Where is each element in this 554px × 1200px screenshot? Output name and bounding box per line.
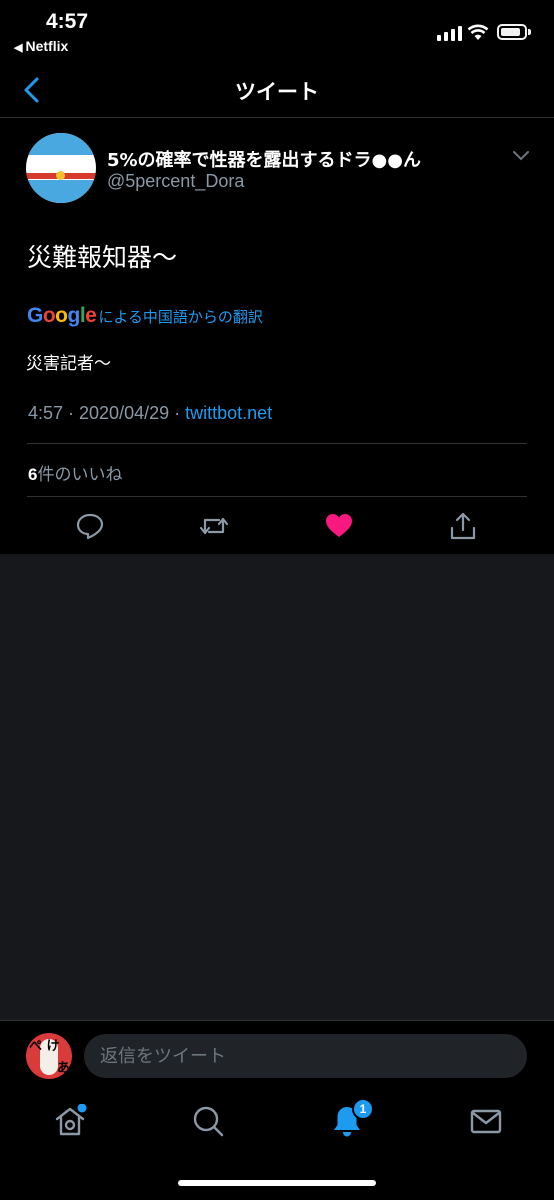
home-indicator[interactable] xyxy=(178,1180,376,1186)
home-icon[interactable] xyxy=(53,1104,87,1138)
author-avatar[interactable] xyxy=(26,133,96,203)
author-display-name[interactable]: 5%の確率で性器を露出するドラ●●ん xyxy=(107,146,421,172)
likes-count-link[interactable]: 6件のいいね xyxy=(28,460,122,485)
bottom-tab-bar: 1 xyxy=(0,1090,554,1200)
divider xyxy=(27,443,527,444)
wifi-icon xyxy=(467,24,489,40)
status-time: 4:57 xyxy=(46,10,89,33)
status-bar: 4:57 ◀ Netflix xyxy=(0,0,554,64)
tweet-meta: 4:57 · 2020/04/29 · twittbot.net xyxy=(28,403,272,424)
share-icon[interactable] xyxy=(448,511,478,541)
avatar-text-top: ぺ け xyxy=(29,1039,60,1054)
messages-icon[interactable] xyxy=(469,1104,503,1138)
tweet-source-link[interactable]: twittbot.net xyxy=(185,403,272,423)
tweet-text: 災難報知器〜 xyxy=(27,243,178,272)
page-title: ツイート xyxy=(235,80,319,104)
avatar-text-bottom: あ と xyxy=(57,1061,71,1076)
notification-badge: 1 xyxy=(352,1098,374,1120)
divider xyxy=(27,496,527,497)
like-label: 件のいいね xyxy=(37,465,123,485)
tweet-action-bar xyxy=(0,511,554,541)
author-handle[interactable]: @5percent_Dora xyxy=(107,171,244,192)
back-to-app-link[interactable]: ◀ Netflix xyxy=(14,38,68,54)
reply-icon[interactable] xyxy=(75,511,105,541)
battery-icon xyxy=(497,24,531,40)
translation-label: による中国語からの翻訳 xyxy=(98,308,263,326)
google-logo: Google xyxy=(27,304,97,327)
back-triangle-icon: ◀ xyxy=(14,42,23,54)
translated-text: 災害記者〜 xyxy=(26,354,111,374)
heart-icon[interactable] xyxy=(324,511,354,541)
empty-replies-area xyxy=(0,554,554,1020)
tweet-detail: 5%の確率で性器を露出するドラ●●ん @5percent_Dora 災難報知器〜… xyxy=(0,118,554,554)
reply-input[interactable] xyxy=(84,1034,527,1078)
signal-icon xyxy=(437,25,462,41)
back-app-label: Netflix xyxy=(25,38,69,54)
retweet-icon[interactable] xyxy=(199,511,229,541)
tweet-timestamp: 4:57 · 2020/04/29 · xyxy=(28,403,186,423)
translation-link[interactable]: Google による中国語からの翻訳 xyxy=(27,304,263,328)
user-avatar[interactable]: ぺ け あ と xyxy=(26,1033,72,1079)
chevron-down-icon[interactable] xyxy=(512,150,530,162)
top-nav-bar: ツイート xyxy=(0,64,554,118)
search-icon[interactable] xyxy=(191,1104,225,1138)
reply-bar: ぺ け あ と xyxy=(0,1020,554,1090)
